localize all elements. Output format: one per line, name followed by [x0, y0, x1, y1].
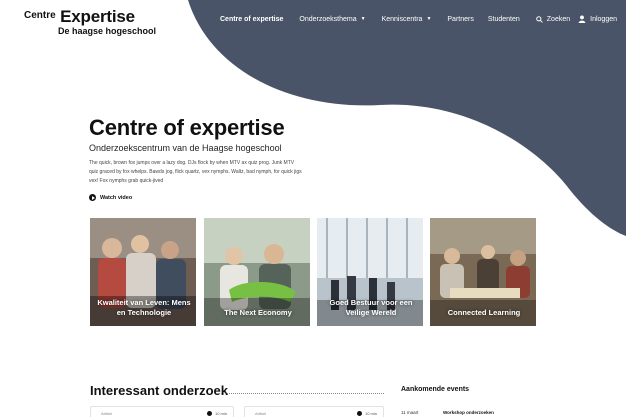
research-card-tag: Artikel	[255, 411, 267, 416]
card-label: Goed Bestuur voor een Veilige Wereld	[329, 298, 413, 317]
events-section-title: Aankomende events	[401, 386, 470, 393]
logo-centre: Centre	[24, 10, 56, 21]
user-icon	[578, 15, 586, 23]
hero-subtitle: Onderzoekscentrum van de Haagse hogescho…	[89, 143, 282, 154]
event-name: Workshop onderzoeken	[443, 410, 494, 415]
nav-label: Studenten	[487, 15, 520, 23]
login-button[interactable]: Inloggen	[578, 15, 617, 23]
reading-time: 10 min	[364, 411, 377, 416]
reading-time: 10 min	[214, 411, 227, 416]
card-label: Kwaliteit van Leven: Mens en Technologie	[97, 298, 191, 317]
header-wave-shape	[188, 0, 626, 236]
site-logo[interactable]: Centre Expertise De haagse hogeschool	[24, 8, 156, 36]
hero-section: Centre of expertise Onderzoekscentrum va…	[89, 115, 329, 202]
search-icon	[535, 15, 543, 23]
search-button[interactable]: Zoeken	[535, 15, 571, 23]
event-item[interactable]: 11 maart Workshop onderzoeken	[401, 410, 494, 415]
event-date: 11 maart	[401, 410, 419, 415]
research-card-time: 10 min	[206, 411, 227, 416]
theme-card-kwaliteit-van-leven[interactable]: Kwaliteit van Leven: Mens en Technologie	[90, 218, 196, 326]
theme-card-connected-learning[interactable]: Connected Learning	[430, 218, 536, 326]
clock-icon	[206, 411, 212, 416]
nav-label: Kenniscentra	[381, 15, 423, 23]
clock-icon	[356, 411, 362, 416]
research-card[interactable]: Artikel 10 min	[90, 406, 234, 417]
nav-label: Onderzoeksthema	[299, 15, 357, 23]
watch-video-label: Watch video	[100, 194, 133, 201]
card-label: The Next Economy	[224, 308, 292, 317]
chevron-down-icon: ▼	[360, 16, 366, 22]
research-card[interactable]: Artikel 10 min	[244, 406, 384, 417]
main-nav: Centre of expertise Onderzoeksthema ▼ Ke…	[220, 15, 617, 23]
card-label: Connected Learning	[447, 308, 521, 317]
theme-card-next-economy[interactable]: The Next Economy	[204, 218, 310, 326]
nav-item-onderzoeksthema[interactable]: Onderzoeksthema ▼	[299, 16, 365, 23]
nav-item-studenten[interactable]: Studenten	[488, 16, 520, 23]
nav-label: Partners	[447, 15, 474, 23]
search-label: Zoeken	[546, 15, 571, 23]
chevron-down-icon: ▼	[426, 16, 432, 22]
nav-label: Centre of expertise	[220, 15, 284, 23]
section-divider	[218, 393, 384, 394]
theme-card-goed-bestuur[interactable]: Goed Bestuur voor een Veilige Wereld	[317, 218, 423, 326]
page-title: Centre of expertise	[89, 115, 285, 140]
nav-item-kenniscentra[interactable]: Kenniscentra ▼	[382, 16, 432, 23]
nav-item-partners[interactable]: Partners	[447, 16, 473, 23]
logo-subtitle: De haagse hogeschool	[58, 26, 157, 36]
nav-item-centre-of-expertise[interactable]: Centre of expertise	[220, 16, 283, 23]
play-icon	[89, 194, 96, 202]
login-label: Inloggen	[590, 15, 617, 23]
logo-expertise: Expertise	[60, 7, 135, 26]
watch-video-button[interactable]: Watch video	[89, 194, 329, 202]
hero-description: The quick, brown fox jumps over a lazy d…	[89, 160, 302, 185]
research-card-time: 10 min	[356, 411, 377, 416]
research-section-title: Interessant onderzoek	[90, 383, 228, 398]
research-card-tag: Artikel	[101, 411, 113, 416]
